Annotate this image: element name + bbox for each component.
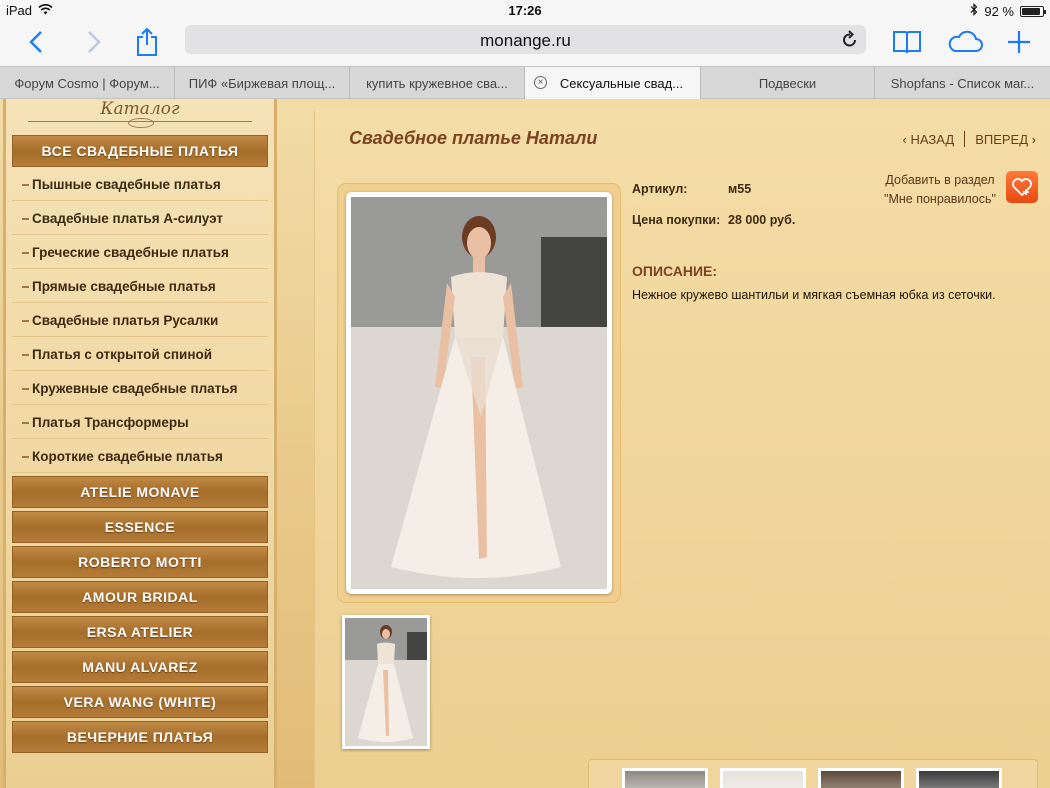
plus-icon <box>1008 31 1030 53</box>
new-tab-button[interactable] <box>1004 24 1034 60</box>
related-thumbnail[interactable] <box>720 768 806 788</box>
article-label: Артикул: <box>632 182 688 196</box>
menu-sub-item[interactable]: Прямые свадебные платья <box>12 271 268 303</box>
menu-sub-item[interactable]: Платья с открытой спиной <box>12 339 268 371</box>
menu-brand[interactable]: ROBERTO MOTTI <box>12 546 268 578</box>
menu-all-dresses[interactable]: ВСЕ СВАДЕБНЫЕ ПЛАТЬЯ <box>12 135 268 167</box>
heart-plus-icon <box>1012 178 1032 197</box>
add-favorite-link[interactable]: Добавить в раздел "Мне понравилось" <box>884 171 996 209</box>
nav-forward-link[interactable]: ВПЕРЕД › <box>975 132 1036 147</box>
menu-sub-item[interactable]: Греческие свадебные платья <box>12 237 268 269</box>
tab-5[interactable]: Подвески <box>701 67 875 99</box>
battery-icon <box>1020 5 1046 17</box>
menu-sub-item[interactable]: Пышные свадебные платья <box>12 169 268 201</box>
tab-bar: Форум Cosmo | Форум... ПИФ «Биржевая пло… <box>0 66 1050 99</box>
tab-label: ПИФ «Биржевая площ... <box>188 75 336 91</box>
product-content: Свадебное платье Натали ‹ НАЗАД ВПЕРЕД › <box>314 111 1050 788</box>
menu-sub-item[interactable]: Свадебные платья А-силуэт <box>12 203 268 235</box>
chevron-left-icon: ‹ <box>902 131 907 147</box>
related-thumbnail[interactable] <box>622 768 708 788</box>
share-button[interactable] <box>132 24 162 60</box>
forward-button[interactable] <box>80 24 108 60</box>
dress-photo-image <box>351 197 607 589</box>
tab-2[interactable]: ПИФ «Биржевая площ... <box>175 67 350 99</box>
tab-label: Форум Cosmo | Форум... <box>14 75 160 91</box>
menu-brand[interactable]: VERA WANG (WHITE) <box>12 686 268 718</box>
tab-6[interactable]: Shopfans - Список маг... <box>875 67 1050 99</box>
tab-label: Сексуальные свад... <box>559 75 684 91</box>
related-thumbnail-image <box>821 771 901 788</box>
menu-brand[interactable]: MANU ALVAREZ <box>12 651 268 683</box>
thumbnail-image <box>345 618 427 746</box>
article-value: м55 <box>728 182 752 196</box>
menu-sub-item[interactable]: Свадебные платья Русалки <box>12 305 268 337</box>
tab-3[interactable]: купить кружевное сва... <box>350 67 525 99</box>
address-bar[interactable]: monange.ru <box>185 25 866 54</box>
menu-sub-item[interactable]: Кружевные свадебные платья <box>12 373 268 405</box>
product-title: Свадебное платье Натали <box>349 128 598 148</box>
price-value: 28 000 руб. <box>728 213 796 227</box>
tab-label: Shopfans - Список маг... <box>890 75 1035 91</box>
favorite-line-1: Добавить в раздел <box>885 173 995 187</box>
price-label: Цена покупки: <box>632 213 721 227</box>
menu-sub-item[interactable]: Платья Трансформеры <box>12 407 268 439</box>
icloud-tabs-button[interactable] <box>945 24 985 60</box>
tab-1[interactable]: Форум Cosmo | Форум... <box>0 67 175 99</box>
main-photo-frame <box>338 184 620 602</box>
catalog-sidebar: Каталог ВСЕ СВАДЕБНЫЕ ПЛАТЬЯ Пышные свад… <box>3 99 277 788</box>
related-products-strip <box>588 759 1038 788</box>
book-icon <box>893 31 921 54</box>
main-photo[interactable] <box>346 192 612 594</box>
reload-button[interactable] <box>842 30 858 53</box>
dress-figure-thumbnail <box>345 618 427 746</box>
favorite-line-2: "Мне понравилось" <box>884 192 996 206</box>
tab-label: купить кружевное сва... <box>366 75 508 91</box>
web-page: Каталог ВСЕ СВАДЕБНЫЕ ПЛАТЬЯ Пышные свад… <box>0 99 1050 788</box>
browser-toolbar: monange.ru <box>0 20 1050 66</box>
related-thumbnail[interactable] <box>818 768 904 788</box>
status-bar: iPad 17:26 92 % <box>0 0 1050 20</box>
url-text: monange.ru <box>480 31 571 50</box>
bluetooth-icon <box>970 3 978 19</box>
related-thumbnail-image <box>919 771 999 788</box>
add-favorite-button[interactable] <box>1006 171 1038 203</box>
chevron-right-icon: › <box>1031 131 1036 147</box>
chevron-right-icon <box>88 31 101 53</box>
catalog-title: Каталог <box>100 99 180 119</box>
share-icon <box>137 27 157 56</box>
tab-label: Подвески <box>758 75 817 91</box>
nav-back-link[interactable]: ‹ НАЗАД <box>903 132 955 147</box>
menu-brand[interactable]: ATELIE MONAVE <box>12 476 268 508</box>
product-nav: ‹ НАЗАД ВПЕРЕД › <box>903 131 1036 147</box>
close-tab-icon[interactable]: × <box>534 76 547 89</box>
photo-thumbnail[interactable] <box>342 615 430 749</box>
clock: 17:26 <box>508 3 542 18</box>
nav-forward-label: ВПЕРЕД <box>975 131 1029 147</box>
battery-percent: 92 % <box>984 3 1014 19</box>
related-thumbnail-image <box>723 771 803 788</box>
related-thumbnail-image <box>625 771 705 788</box>
related-thumbnail[interactable] <box>916 768 1002 788</box>
nav-back-label: НАЗАД <box>910 131 955 147</box>
nav-separator <box>964 131 966 147</box>
description-heading: ОПИСАНИЕ: <box>632 263 718 279</box>
cloud-icon <box>948 30 983 52</box>
menu-brand[interactable]: ERSA ATELIER <box>12 616 268 648</box>
menu-brand[interactable]: AMOUR BRIDAL <box>12 581 268 613</box>
menu-brand[interactable]: ВЕЧЕРНИЕ ПЛАТЬЯ <box>12 721 268 753</box>
menu-sub-item[interactable]: Короткие свадебные платья <box>12 441 268 473</box>
reload-icon <box>843 30 856 47</box>
battery-fill <box>1022 7 1041 15</box>
dress-figure-illustration <box>351 197 607 589</box>
tab-4-active[interactable]: × Сексуальные свад... <box>525 67 701 99</box>
bookmarks-button[interactable] <box>890 24 924 60</box>
back-button[interactable] <box>22 24 50 60</box>
description-text: Нежное кружево шантильи и мягкая съемная… <box>632 288 996 302</box>
menu-brand[interactable]: ESSENCE <box>12 511 268 543</box>
ornament-divider <box>28 118 252 129</box>
chevron-left-icon <box>29 31 42 53</box>
